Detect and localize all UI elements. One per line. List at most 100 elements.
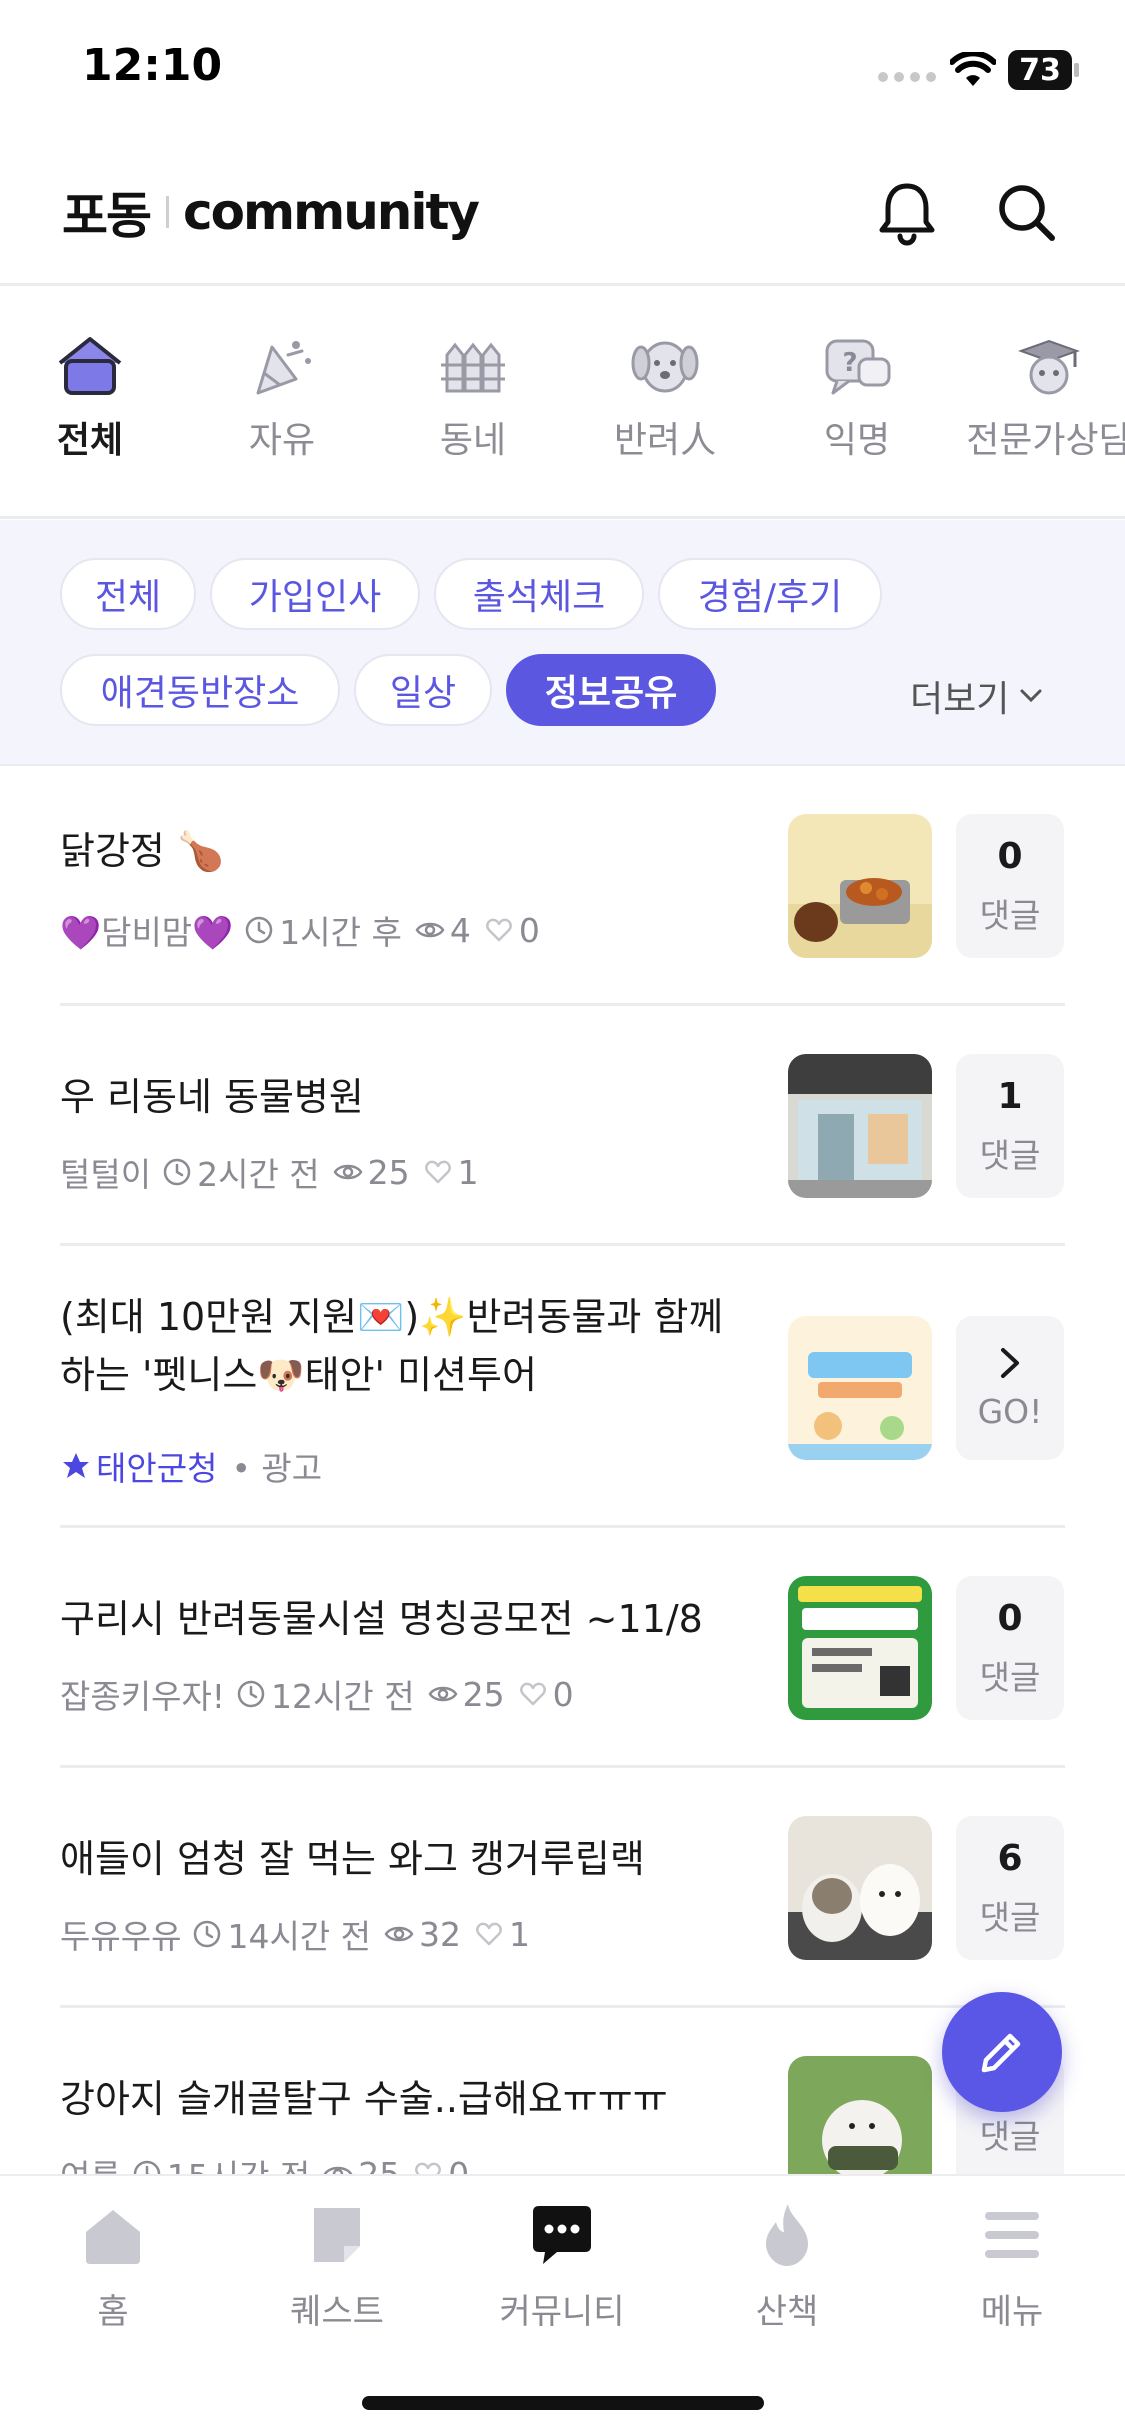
wifi-icon — [950, 52, 996, 86]
write-post-button[interactable] — [942, 1992, 1062, 2112]
post-likes: 0 — [518, 910, 540, 950]
post-likes: 1 — [509, 1914, 531, 1954]
ad-badge: • 광고 — [231, 1449, 323, 1488]
post-time: 12시간 전 — [271, 1677, 415, 1716]
post-item[interactable]: 우 리동네 동물병원 털털이 2시간 전 25 1 1 댓글 — [60, 1006, 1065, 1246]
more-label: 더보기 — [910, 679, 1010, 720]
comment-label: 댓글 — [979, 1135, 1041, 1175]
category-label: 전문가상담 — [966, 420, 1125, 461]
chat-bubble-icon — [533, 2206, 591, 2264]
status-time: 12:10 — [82, 40, 223, 91]
nav-quest[interactable]: 퀘스트 — [247, 2200, 427, 2333]
nav-home[interactable]: 홈 — [23, 2200, 203, 2333]
comment-label: 댓글 — [979, 895, 1041, 935]
question-bubble-icon: ? — [825, 339, 891, 395]
comment-count-box: 0 댓글 — [956, 1576, 1064, 1720]
cellular-signal-icon — [878, 72, 936, 82]
comment-label: 댓글 — [979, 1897, 1041, 1937]
ad-post-item[interactable]: (최대 10만원 지원💌)✨반려동물과 함께 하는 '펫니스🐶태안' 미션투어 … — [60, 1246, 1065, 1528]
eye-icon — [333, 1164, 363, 1180]
chip-daily[interactable]: 일상 — [354, 654, 492, 726]
brand-logo[interactable]: 포동 community — [62, 176, 480, 248]
battery-level: 73 — [1008, 50, 1072, 90]
more-button[interactable]: 더보기 — [910, 670, 1043, 722]
eye-icon — [415, 922, 445, 938]
party-icon — [256, 341, 311, 395]
post-item[interactable]: 닭강정 🍗 💜담비맘💜 1시간 후 4 0 0 댓글 — [60, 766, 1065, 1006]
category-tab-neighborhood[interactable]: 동네 — [388, 333, 558, 463]
category-tab-free[interactable]: 자유 — [197, 333, 367, 463]
nav-menu[interactable]: 메뉴 — [922, 2200, 1102, 2333]
home-indicator[interactable] — [362, 2396, 764, 2410]
category-tab-all[interactable]: 전체 — [5, 333, 175, 463]
nav-walk[interactable]: 산책 — [697, 2200, 877, 2333]
clock-icon — [237, 1680, 265, 1708]
hamburger-icon — [985, 2212, 1039, 2258]
chip-info-share[interactable]: 정보공유 — [506, 654, 716, 726]
post-item[interactable]: 구리시 반려동물시설 명칭공모전 ~11/8 잡종키우자! 12시간 전 25 … — [60, 1528, 1065, 1768]
bell-icon[interactable] — [872, 178, 942, 248]
two-dogs-photo — [788, 1816, 932, 1960]
post-title: 우 리동네 동물병원 — [60, 1075, 364, 1119]
pencil-icon — [981, 2033, 1021, 2073]
post-meta: 털털이 2시간 전 25 1 — [60, 1148, 481, 1196]
chevron-down-icon — [1020, 689, 1042, 703]
category-tab-anonymous[interactable]: ? 익명 — [772, 333, 942, 463]
chip-reviews[interactable]: 경험/후기 — [658, 558, 882, 630]
eye-icon — [428, 1686, 458, 1702]
ad-author: 태안군청 — [96, 1449, 218, 1488]
post-item[interactable]: 애들이 엄청 잘 먹는 와그 캥거루립랙 두유우유 14시간 전 32 1 6 … — [60, 1768, 1065, 2008]
post-likes: 0 — [552, 1674, 574, 1714]
post-meta: 잡종키우자! 12시간 전 25 0 — [60, 1670, 576, 1718]
category-tab-pet-people[interactable]: 반려人 — [580, 333, 750, 463]
chip-greetings[interactable]: 가입인사 — [210, 558, 420, 630]
category-label: 익명 — [823, 420, 891, 461]
svg-text:?: ? — [842, 348, 857, 378]
post-author: 털털이 — [60, 1155, 152, 1194]
clock-icon — [163, 1158, 191, 1186]
brand-divider — [166, 196, 169, 228]
category-tab-expert[interactable]: 전문가상담 — [964, 333, 1125, 463]
graduate-icon — [1018, 339, 1080, 395]
nav-label: 메뉴 — [980, 2292, 1044, 2332]
battery-icon: 73 — [1008, 50, 1079, 90]
status-bar: 12:10 73 — [0, 0, 1125, 140]
chip-all[interactable]: 전체 — [60, 558, 196, 630]
post-title: 닭강정 🍗 — [60, 829, 225, 873]
post-meta: 태안군청 • 광고 — [60, 1442, 322, 1490]
comment-count: 6 — [997, 1837, 1023, 1879]
search-icon[interactable] — [992, 178, 1062, 248]
nav-label: 커뮤니티 — [499, 2292, 625, 2332]
comment-label: 댓글 — [979, 1657, 1041, 1697]
dog-face-icon — [631, 341, 699, 393]
home-icon — [86, 2210, 140, 2264]
comment-label: 댓글 — [979, 2117, 1041, 2156]
clock-icon — [246, 916, 273, 944]
comment-count-box: 0 댓글 — [956, 814, 1064, 958]
naming-contest-poster — [788, 1576, 932, 1720]
post-title: 애들이 엄청 잘 먹는 와그 캥거루립랙 — [60, 1837, 645, 1881]
app-header: 포동 community — [0, 140, 1125, 286]
post-author: 💜담비맘💜 — [60, 913, 234, 952]
heart-icon — [476, 1922, 502, 1946]
post-author: 잡종키우자! — [60, 1677, 226, 1716]
note-icon — [314, 2208, 360, 2262]
comment-count-box: 6 댓글 — [956, 1816, 1064, 1960]
comment-count: 0 — [997, 835, 1023, 877]
clinic-storefront-photo — [788, 1054, 932, 1198]
post-views: 25 — [367, 1152, 410, 1192]
nav-community[interactable]: 커뮤니티 — [472, 2200, 652, 2333]
category-label: 전체 — [56, 420, 124, 461]
post-views: 4 — [449, 910, 471, 950]
go-label: GO! — [977, 1391, 1043, 1431]
star-icon — [63, 1453, 89, 1478]
chip-attendance[interactable]: 출석체크 — [434, 558, 644, 630]
chip-pet-places[interactable]: 애견동반장소 — [60, 654, 340, 726]
brand-name-en: community — [183, 183, 480, 241]
post-author: 두유우유 — [60, 1917, 182, 1956]
go-button[interactable]: GO! — [956, 1316, 1064, 1460]
post-title: 강아지 슬개골탈구 수술..급해요ㅠㅠㅠ — [60, 2077, 668, 2121]
post-meta: 두유우유 14시간 전 32 1 — [60, 1910, 532, 1958]
post-views: 32 — [419, 1914, 462, 1954]
category-label: 자유 — [248, 420, 316, 461]
